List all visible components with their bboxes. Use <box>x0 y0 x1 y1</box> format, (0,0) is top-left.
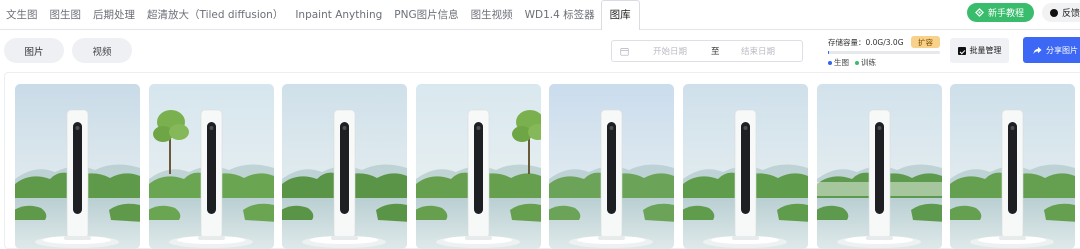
storage-legend: 生图 训练 <box>828 57 876 68</box>
fan-landscape-thumbnail <box>816 84 942 249</box>
end-date-input[interactable]: 结束日期 <box>741 45 775 57</box>
images-toggle[interactable]: 图片 <box>4 38 64 63</box>
tab-inpaint-anything[interactable]: Inpaint Anything <box>289 0 388 30</box>
fan-landscape-thumbnail <box>549 84 675 249</box>
legend-label: 训练 <box>861 58 876 67</box>
legend-item-train: 训练 <box>855 57 876 68</box>
tab-txt2img[interactable]: 文生图 <box>0 0 44 30</box>
fan-landscape-thumbnail <box>683 84 808 249</box>
storage-progress-bar <box>828 51 940 54</box>
tab-postprocess[interactable]: 后期处理 <box>87 0 141 30</box>
share-images-button[interactable]: 分享图片 <box>1023 37 1080 63</box>
videos-toggle[interactable]: 视频 <box>72 38 132 63</box>
fan-landscape-thumbnail <box>282 84 408 249</box>
tab-img2video[interactable]: 图生视频 <box>465 0 519 30</box>
tab-img2img[interactable]: 图生图 <box>44 0 88 30</box>
header-actions: 新手教程 反馈建 <box>966 3 1080 22</box>
tab-tiled-diffusion[interactable]: 超清放大（Tiled diffusion） <box>141 0 289 30</box>
feedback-icon <box>1050 8 1058 17</box>
feedback-label: 反馈建 <box>1062 9 1080 19</box>
start-date-input[interactable]: 开始日期 <box>653 45 703 57</box>
legend-item-generate: 生图 <box>828 57 849 68</box>
fan-landscape-thumbnail <box>415 84 541 249</box>
gallery-image[interactable] <box>148 84 274 249</box>
gallery-image[interactable] <box>950 84 1076 249</box>
gallery-image[interactable] <box>549 84 675 249</box>
gallery-image[interactable] <box>282 84 408 249</box>
storage-usage: 存储容量：0.0G/3.0G 扩容 生图 训练 <box>828 36 940 68</box>
date-separator: 至 <box>711 47 720 57</box>
gallery-image[interactable] <box>816 84 942 249</box>
tab-gallery[interactable]: 图库 <box>600 0 640 31</box>
fan-landscape-thumbnail <box>950 84 1076 249</box>
checkbox-icon <box>957 46 966 55</box>
tutorial-button[interactable]: 新手教程 <box>966 3 1034 22</box>
batch-manage-label: 批量管理 <box>969 46 1002 55</box>
fan-landscape-thumbnail <box>15 84 140 249</box>
legend-label: 生图 <box>834 58 849 67</box>
gallery-toolbar: 图片 视频 开始日期 至 结束日期 存储容量：0.0G/3.0G 扩容 生图 训… <box>0 30 1080 72</box>
batch-manage-button[interactable]: 批量管理 <box>950 38 1009 63</box>
calendar-icon <box>620 47 629 56</box>
date-range-picker[interactable]: 开始日期 至 结束日期 <box>611 40 803 62</box>
share-icon <box>1033 46 1042 54</box>
tab-list: 文生图 图生图 后期处理 超清放大（Tiled diffusion） Inpai… <box>0 0 640 31</box>
storage-progress-fill <box>828 51 830 54</box>
share-label: 分享图片 <box>1046 45 1078 55</box>
image-gallery <box>4 72 1080 249</box>
expand-storage-button[interactable]: 扩容 <box>911 36 940 48</box>
legend-dot-green <box>855 60 859 65</box>
gallery-image[interactable] <box>415 84 541 249</box>
legend-dot-blue <box>828 60 832 65</box>
gallery-image[interactable] <box>683 84 808 249</box>
gallery-image[interactable] <box>15 84 140 249</box>
tab-wd14-tagger[interactable]: WD1.4 标签器 <box>519 0 601 30</box>
storage-label: 存储容量：0.0G/3.0G <box>828 38 904 47</box>
tutorial-label: 新手教程 <box>987 9 1024 19</box>
feedback-button[interactable]: 反馈建 <box>1042 3 1080 22</box>
tutorial-icon <box>975 8 984 17</box>
tab-bar: 文生图 图生图 后期处理 超清放大（Tiled diffusion） Inpai… <box>0 0 1080 31</box>
fan-landscape-thumbnail <box>148 84 274 249</box>
tab-png-info[interactable]: PNG图片信息 <box>388 0 464 30</box>
